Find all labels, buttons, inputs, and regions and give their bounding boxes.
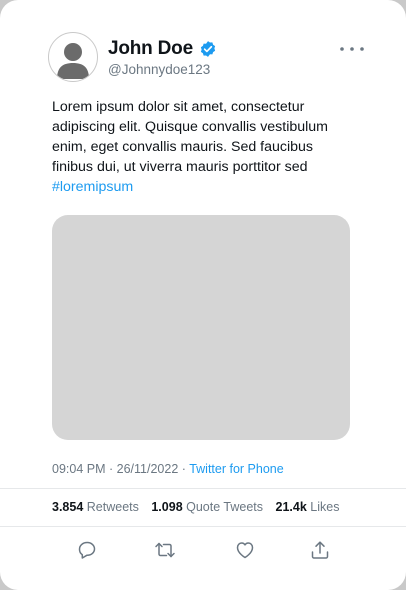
likes-count: 21.4k: [275, 500, 307, 514]
tweet-time[interactable]: 09:04 PM: [52, 462, 106, 476]
quote-tweets-stat[interactable]: 1.098 Quote Tweets: [151, 500, 266, 514]
quote-tweets-count: 1.098: [151, 500, 183, 514]
more-options-icon[interactable]: [338, 42, 366, 56]
meta-separator: ·: [109, 462, 114, 476]
avatar[interactable]: [48, 32, 98, 82]
share-icon[interactable]: [308, 538, 332, 562]
tweet-body: Lorem ipsum dolor sit amet, consectetur …: [52, 97, 352, 197]
user-silhouette-icon: [57, 43, 89, 79]
tweet-actions: [0, 538, 406, 566]
tweet-text: Lorem ipsum dolor sit amet, consectetur …: [52, 99, 329, 175]
verified-badge-icon: [199, 40, 217, 58]
quote-tweets-label: Quote Tweets: [186, 500, 264, 514]
reply-icon[interactable]: [75, 538, 99, 562]
retweet-icon[interactable]: [153, 538, 177, 562]
name-row: John Doe: [108, 38, 217, 60]
tweet-stats: 3.854 Retweets 1.098 Quote Tweets 21.4k …: [52, 500, 348, 514]
hashtag-link[interactable]: #loremipsum: [52, 177, 352, 197]
tweet-date[interactable]: 26/11/2022: [117, 462, 179, 476]
likes-stat[interactable]: 21.4k Likes: [276, 500, 340, 514]
tweet-card: John Doe @Johnnydoe123 Lorem ipsum dolor…: [0, 0, 406, 590]
tweet-source-link[interactable]: Twitter for Phone: [189, 462, 284, 476]
meta-separator: ·: [181, 462, 186, 476]
retweets-stat[interactable]: 3.854 Retweets: [52, 500, 142, 514]
display-name[interactable]: John Doe: [108, 38, 193, 60]
retweets-label: Retweets: [86, 500, 139, 514]
media-placeholder[interactable]: [52, 215, 350, 440]
tweet-meta: 09:04 PM · 26/11/2022 · Twitter for Phon…: [52, 462, 284, 476]
retweets-count: 3.854: [52, 500, 84, 514]
tweet-header: John Doe @Johnnydoe123: [48, 32, 366, 86]
divider: [0, 488, 406, 489]
likes-label: Likes: [310, 500, 340, 514]
user-handle[interactable]: @Johnnydoe123: [108, 62, 210, 77]
heart-icon[interactable]: [233, 538, 257, 562]
divider: [0, 526, 406, 527]
